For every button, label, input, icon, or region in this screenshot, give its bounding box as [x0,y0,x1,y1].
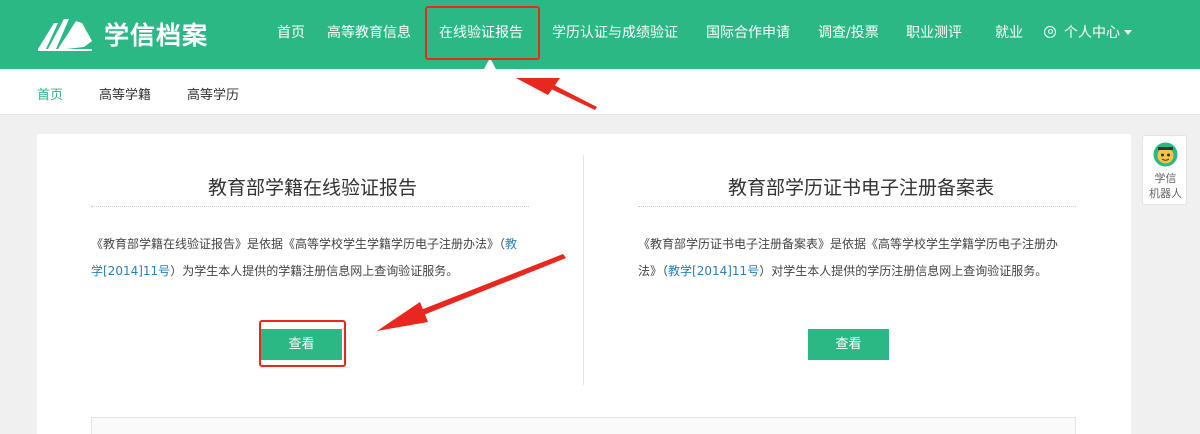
nav-career-assessment[interactable]: 职业测评 [906,24,962,42]
brand-name: 学信档案 [104,21,209,50]
robot-label-line1: 学信 [1154,172,1177,185]
regulation-link[interactable]: 教学[2014]11号 [668,264,759,278]
top-header: 学信档案 首页 高等教育信息 在线验证报告 学历认证与成绩验证 国际合作申请 调… [0,0,1200,69]
nav-international-cooperation[interactable]: 国际合作申请 [706,24,790,42]
description-text: ）对学生本人提供的学历注册信息网上查询验证服务。 [759,264,1048,278]
robot-label-line2: 机器人 [1149,187,1182,200]
nav-online-verification-report[interactable]: 在线验证报告 [439,24,523,42]
subnav-home[interactable]: 首页 [37,84,63,103]
book-logo-icon [38,19,92,51]
nav-home[interactable]: 首页 [277,24,305,42]
subnav-higher-enrollment[interactable]: 高等学籍 [99,84,151,103]
user-menu-label: 个人中心 [1064,25,1120,41]
enrollment-report-title: 教育部学籍在线验证报告 [208,177,418,199]
title-underline [91,206,529,207]
chat-robot-widget[interactable]: 学信 机器人 [1142,135,1187,205]
robot-avatar-icon [1153,142,1178,167]
description-text: 《教育部学籍在线验证报告》是依据《高等学校学生学籍学历电子注册办法》（ [91,237,506,251]
degree-record-title: 教育部学历证书电子注册备案表 [728,177,995,199]
active-nav-pointer [484,58,496,69]
chevron-down-icon [1124,30,1132,35]
description-text: ）为学生本人提供的学籍注册信息网上查询验证服务。 [170,264,459,278]
breadcrumb-nav: 首页 高等学籍 高等学历 [0,69,1200,115]
user-icon [1044,26,1056,38]
column-divider [583,155,584,385]
nav-higher-education-info[interactable]: 高等教育信息 [327,24,411,42]
user-menu[interactable]: 个人中心 [1044,24,1132,42]
subnav-higher-degree[interactable]: 高等学历 [187,84,239,103]
nav-employment[interactable]: 就业 [995,24,1023,42]
enrollment-report-description: 《教育部学籍在线验证报告》是依据《高等学校学生学籍学历电子注册办法》（教学[20… [91,231,529,285]
degree-record-description: 《教育部学历证书电子注册备案表》是依据《高等学校学生学籍学历电子注册办法》（教学… [638,231,1076,285]
brand-logo[interactable]: 学信档案 [36,14,208,54]
title-underline [638,206,1076,207]
lower-panel [91,417,1076,434]
nav-degree-certification[interactable]: 学历认证与成绩验证 [552,24,678,42]
nav-survey-vote[interactable]: 调查/投票 [818,24,879,42]
view-enrollment-report-button[interactable]: 查看 [261,329,342,360]
view-degree-record-button[interactable]: 查看 [808,329,889,360]
